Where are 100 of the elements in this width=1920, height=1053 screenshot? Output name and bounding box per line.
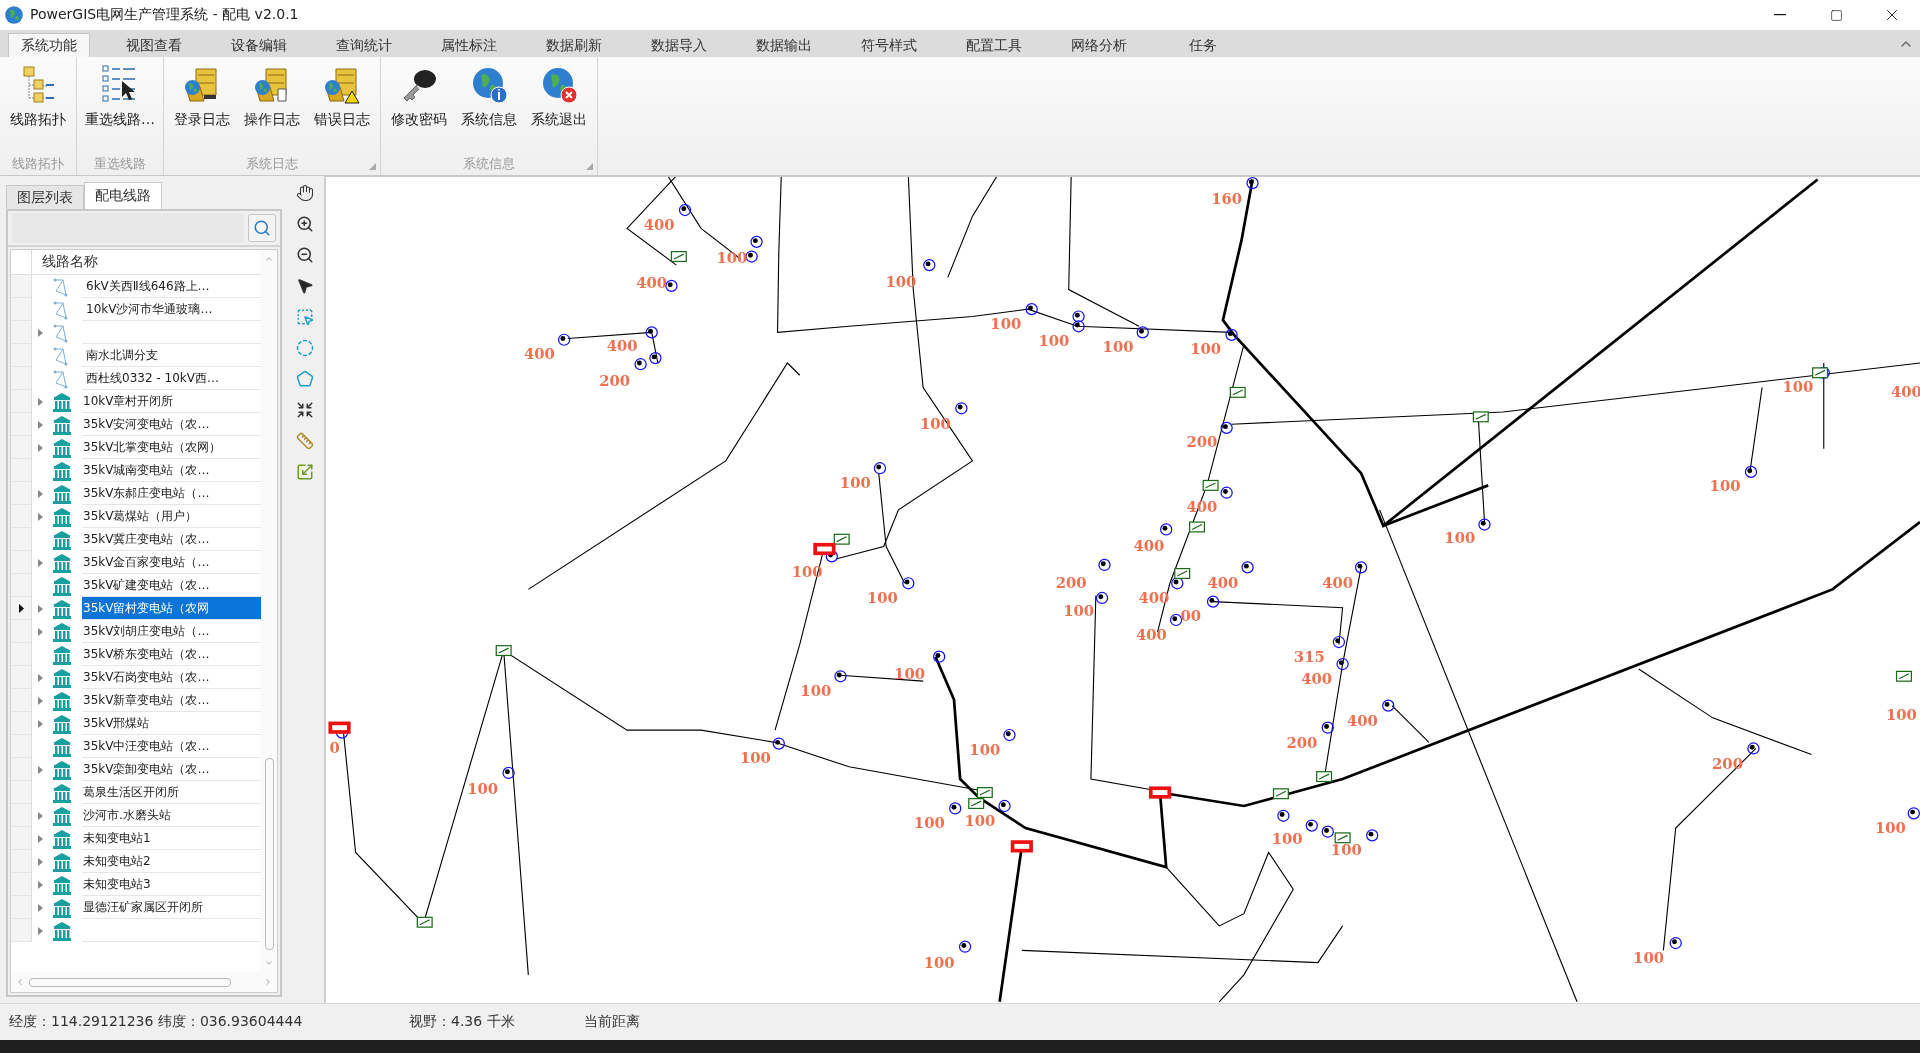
building-icon [52, 782, 72, 803]
horizontal-scrollbar[interactable] [11, 972, 277, 992]
ribbon-tab[interactable]: 系统功能 [8, 33, 90, 57]
zoom-in-icon [296, 215, 314, 233]
dialog-launcher-icon[interactable] [586, 163, 593, 170]
map-label: 100 [800, 681, 832, 699]
cabinet-warning-icon [322, 65, 362, 105]
dialog-launcher-icon[interactable] [369, 163, 376, 170]
ribbon-tab[interactable]: 数据刷新 [533, 33, 615, 57]
map-label: 200 [1712, 755, 1743, 773]
map-label: 100 [739, 749, 771, 767]
window-title: PowerGIS电网生产管理系统 - 配电 v2.0.1 [30, 6, 300, 24]
expand-arrow-icon[interactable] [37, 903, 43, 912]
scroll-thumb[interactable] [264, 758, 274, 950]
shrink-arrows-icon [296, 401, 314, 419]
ribbon-button[interactable]: 系统退出 [524, 61, 594, 153]
ribbon-tab[interactable]: 视图查看 [113, 33, 195, 57]
ribbon-tab[interactable]: 查询统计 [323, 33, 405, 57]
ribbon-tab[interactable]: 数据导入 [638, 33, 720, 57]
map-label: 200 [1186, 433, 1218, 451]
hand-icon [296, 184, 314, 202]
ribbon-button[interactable]: 操作日志 [237, 61, 307, 153]
expand-arrow-icon[interactable] [37, 719, 43, 728]
expand-arrow-icon[interactable] [37, 443, 43, 452]
tree-item[interactable]: 35kV留村变电站（农网 [82, 597, 261, 620]
expand-arrow-icon[interactable] [37, 397, 43, 406]
rectangle-select-icon [296, 308, 314, 326]
globe-icon [4, 5, 24, 25]
expand-arrow-icon[interactable] [37, 880, 43, 889]
map-label: 400 [1322, 574, 1354, 592]
coordinates-text: 经度：114.29121236 纬度：036.93604444 [9, 1013, 304, 1031]
line-icon [52, 299, 70, 320]
ribbon-button[interactable]: 错误日志 [307, 61, 377, 153]
map-label: 200 [1055, 574, 1087, 592]
building-icon [52, 667, 72, 688]
map-label: 100 [923, 953, 955, 971]
building-icon [52, 391, 72, 412]
panel-tab[interactable]: 配电线路 [84, 182, 162, 209]
panel-tab[interactable]: 图层列表 [6, 185, 84, 209]
distance-text: 当前距离 [584, 1013, 641, 1031]
line-icon [52, 276, 70, 297]
map-label: 100 [1063, 602, 1095, 620]
column-header[interactable]: 线路名称 [32, 253, 98, 271]
expand-arrow-icon[interactable] [37, 328, 43, 337]
expand-arrow-icon[interactable] [37, 811, 43, 820]
expand-arrow-icon[interactable] [37, 489, 43, 498]
group-title: 线路拓扑 [12, 155, 64, 173]
map-label: 0 [329, 739, 340, 757]
vertical-scrollbar[interactable] [261, 250, 277, 972]
building-icon [52, 552, 72, 573]
ribbon-button[interactable]: 重选线路… [80, 61, 160, 153]
expand-arrow-icon[interactable] [37, 696, 43, 705]
ribbon-button[interactable]: 登录日志 [167, 61, 237, 153]
map-label: 400 [1135, 625, 1167, 643]
building-icon [52, 874, 72, 895]
group-title: 系统日志 [246, 155, 298, 173]
ribbon-tab[interactable]: 设备编辑 [218, 33, 300, 57]
expand-arrow-icon[interactable] [37, 673, 43, 682]
ribbon-button[interactable]: 线路拓扑 [3, 61, 73, 153]
ribbon-button[interactable]: 修改密码 [384, 61, 454, 153]
ribbon-button[interactable]: 系统信息 [454, 61, 524, 153]
map-label: 100 [894, 664, 925, 682]
map-label: 400 [643, 215, 675, 233]
building-icon [52, 506, 72, 527]
map-label: 100 [1782, 378, 1814, 396]
map-label: 100 [1709, 477, 1741, 495]
map-label: 400 [524, 345, 555, 363]
expand-arrow-icon[interactable] [37, 558, 43, 567]
ribbon-tab[interactable]: 任务 [1163, 33, 1243, 57]
expand-arrow-icon[interactable] [37, 857, 43, 866]
expand-arrow-icon[interactable] [37, 926, 43, 935]
ribbon-tab[interactable]: 属性标注 [428, 33, 510, 57]
ribbon-tab[interactable]: 数据输出 [743, 33, 825, 57]
map-label: 400 [1133, 537, 1165, 555]
building-icon [52, 644, 72, 665]
expand-arrow-icon[interactable] [37, 604, 43, 613]
expand-arrow-icon[interactable] [37, 627, 43, 636]
area-icon [296, 463, 314, 481]
expand-arrow-icon[interactable] [37, 834, 43, 843]
map-label: 00 [1180, 607, 1202, 625]
building-icon [52, 483, 72, 504]
scroll-thumb[interactable] [29, 977, 231, 987]
building-icon [52, 713, 72, 734]
expand-arrow-icon[interactable] [37, 765, 43, 774]
search-button[interactable] [248, 214, 276, 242]
expand-arrow-icon[interactable] [37, 420, 43, 429]
row-header[interactable] [11, 597, 32, 620]
map-label: 100 [1271, 830, 1303, 847]
map-label: 100 [1330, 841, 1362, 858]
map-label: 100 [969, 740, 1001, 758]
map-label: 200 [1286, 734, 1318, 752]
map-label: 100 [964, 811, 996, 829]
ribbon-tab[interactable]: 配置工具 [953, 33, 1035, 57]
pointer-icon [296, 277, 314, 295]
group-title: 重选线路 [94, 155, 146, 173]
ribbon-tab[interactable]: 符号样式 [848, 33, 930, 57]
expand-arrow-icon[interactable] [37, 512, 43, 521]
ribbon-tab[interactable]: 网络分析 [1058, 33, 1140, 57]
map-label: 400 [1346, 712, 1378, 730]
building-icon [52, 805, 72, 826]
